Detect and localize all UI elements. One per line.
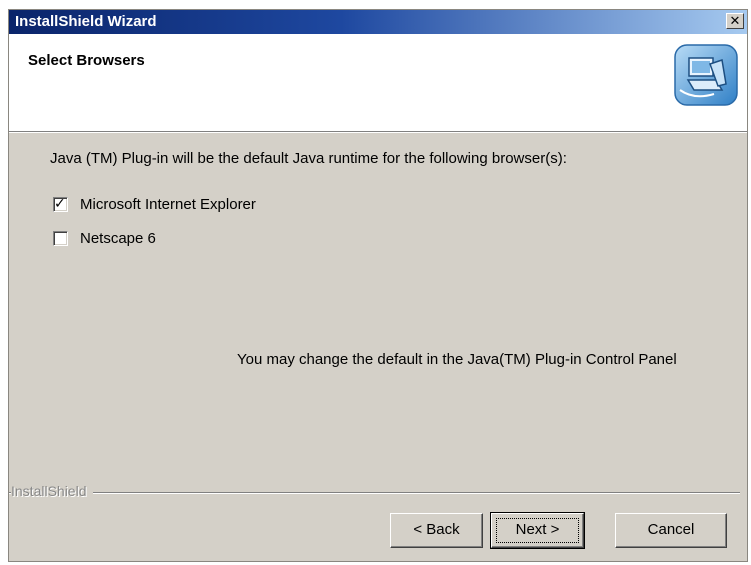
ie-checkbox[interactable]: ✓ bbox=[53, 195, 68, 212]
focus-rect bbox=[496, 518, 579, 543]
browser-option-ie[interactable]: ✓ Microsoft Internet Explorer bbox=[53, 195, 256, 213]
separator-line bbox=[9, 492, 740, 494]
close-icon: ✕ bbox=[729, 13, 741, 28]
window-title: InstallShield Wizard bbox=[15, 13, 157, 30]
header-panel: Select Browsers bbox=[9, 34, 747, 133]
page-title: Select Browsers bbox=[28, 52, 145, 69]
description-text: Java (TM) Plug-in will be the default Ja… bbox=[50, 150, 567, 167]
installer-computer-icon bbox=[674, 44, 738, 106]
brand-separator: InstallShield bbox=[9, 483, 740, 499]
next-button[interactable]: Next > bbox=[490, 512, 585, 549]
close-button[interactable]: ✕ bbox=[726, 13, 744, 29]
info-text: You may change the default in the Java(T… bbox=[237, 351, 677, 368]
netscape-checkbox[interactable] bbox=[53, 231, 68, 246]
brand-label: InstallShield bbox=[11, 483, 93, 499]
browser-option-netscape[interactable]: Netscape 6 bbox=[53, 230, 156, 247]
check-mark-icon: ✓ bbox=[54, 195, 66, 211]
title-bar[interactable]: InstallShield Wizard ✕ bbox=[9, 10, 747, 34]
installshield-dialog: InstallShield Wizard ✕ Select Browsers J… bbox=[8, 9, 748, 562]
ie-label[interactable]: Microsoft Internet Explorer bbox=[80, 196, 256, 213]
back-button[interactable]: < Back bbox=[390, 513, 483, 548]
netscape-label[interactable]: Netscape 6 bbox=[80, 230, 156, 247]
cancel-button[interactable]: Cancel bbox=[615, 513, 727, 548]
